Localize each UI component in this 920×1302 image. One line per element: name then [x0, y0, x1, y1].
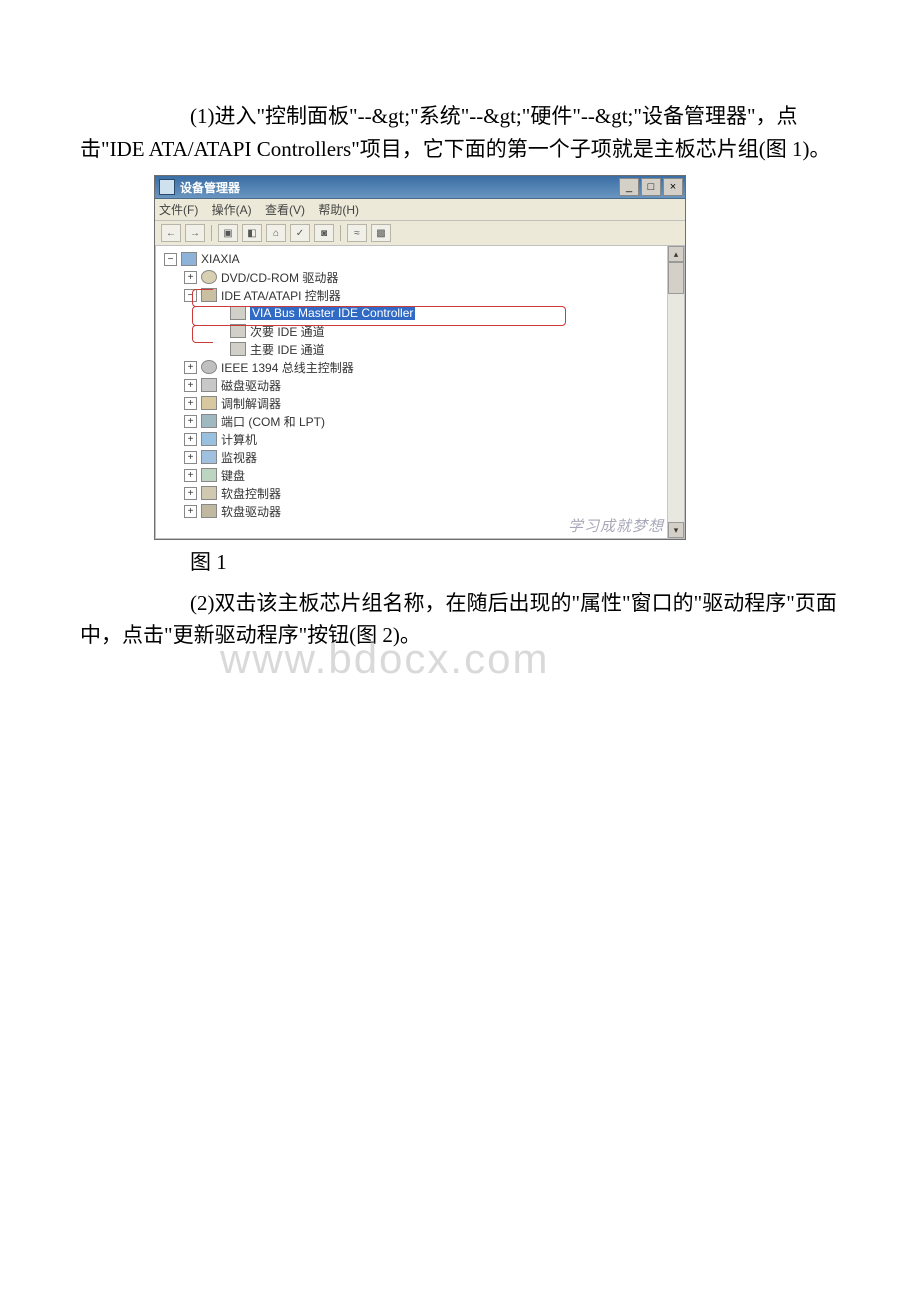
menubar: 文件(F) 操作(A) 查看(V) 帮助(H) [155, 199, 685, 221]
maximize-button[interactable]: □ [641, 178, 661, 196]
device-icon [230, 306, 246, 320]
collapse-icon[interactable]: − [184, 289, 197, 302]
ieee1394-icon [201, 360, 217, 374]
tree-item-port[interactable]: + 端口 (COM 和 LPT) [184, 412, 682, 430]
window-title: 设备管理器 [180, 179, 619, 196]
toolbar-back-icon[interactable]: ← [161, 224, 181, 242]
tree-root-label: XIAXIA [201, 252, 240, 266]
tree-item-modem[interactable]: + 调制解调器 [184, 394, 682, 412]
scroll-up-icon[interactable]: ▴ [668, 246, 684, 262]
expand-icon[interactable]: + [184, 415, 197, 428]
device-icon [230, 324, 246, 338]
paragraph-1-text: (1)进入"控制面板"--&gt;"系统"--&gt;"硬件"--&gt;"设备… [80, 104, 831, 161]
tree-item-label: 磁盘驱动器 [221, 377, 281, 394]
tree-root[interactable]: − XIAXIA [164, 250, 682, 268]
paragraph-1: (1)进入"控制面板"--&gt;"系统"--&gt;"硬件"--&gt;"设备… [80, 100, 840, 165]
bottom-watermark: 学习成就梦想 [568, 515, 664, 536]
tree-item-dvd[interactable]: + DVD/CD-ROM 驱动器 [184, 268, 682, 286]
scrollbar[interactable]: ▴ ▾ [667, 246, 684, 538]
port-icon [201, 414, 217, 428]
toolbar-extra1-icon[interactable]: ≈ [347, 224, 367, 242]
menu-action[interactable]: 操作(A) [212, 203, 252, 217]
tree-item-floppy-controller[interactable]: + 软盘控制器 [184, 484, 682, 502]
toolbar-check-icon[interactable]: ✓ [290, 224, 310, 242]
close-button[interactable]: × [663, 178, 683, 196]
tree-item-label-selected: VIA Bus Master IDE Controller [250, 306, 415, 320]
expand-icon[interactable]: + [184, 379, 197, 392]
tree-item-label: 端口 (COM 和 LPT) [221, 413, 325, 430]
tree-item-computer[interactable]: + 计算机 [184, 430, 682, 448]
figure-caption-1: 图 1 [80, 546, 840, 579]
toolbar-separator [340, 225, 341, 241]
caption-text: 图 1 [190, 550, 227, 574]
tree-item-label: IDE ATA/ATAPI 控制器 [221, 287, 341, 304]
toolbar-properties-icon[interactable]: ◧ [242, 224, 262, 242]
app-icon [159, 179, 175, 195]
paragraph-2-text: (2)双击该主板芯片组名称，在随后出现的"属性"窗口的"驱动程序"页面中，点击"… [80, 591, 837, 648]
expand-icon[interactable]: + [184, 487, 197, 500]
computer-node-icon [201, 432, 217, 446]
device-icon [230, 342, 246, 356]
titlebar: 设备管理器 _ □ × [155, 176, 685, 199]
toolbar-forward-icon[interactable]: → [185, 224, 205, 242]
computer-icon [181, 252, 197, 266]
tree-item-label: 监视器 [221, 449, 257, 466]
tree-item-disk[interactable]: + 磁盘驱动器 [184, 376, 682, 394]
collapse-icon[interactable]: − [164, 253, 177, 266]
tree-item-ide[interactable]: − IDE ATA/ATAPI 控制器 [184, 286, 682, 304]
menu-file[interactable]: 文件(F) [159, 203, 198, 217]
window-buttons: _ □ × [619, 178, 683, 196]
scroll-thumb[interactable] [668, 262, 684, 294]
toolbar-print-icon[interactable]: ⌂ [266, 224, 286, 242]
expand-icon[interactable]: + [184, 433, 197, 446]
tree-item-label: 主要 IDE 通道 [250, 341, 325, 358]
document-page: (1)进入"控制面板"--&gt;"系统"--&gt;"硬件"--&gt;"设备… [0, 0, 920, 1302]
tree-item-label: DVD/CD-ROM 驱动器 [221, 269, 338, 286]
expand-icon[interactable]: + [184, 271, 197, 284]
tree-item-label: 次要 IDE 通道 [250, 323, 325, 340]
keyboard-icon [201, 468, 217, 482]
expand-icon[interactable]: + [184, 469, 197, 482]
menu-help[interactable]: 帮助(H) [318, 203, 359, 217]
toolbar-view-icon[interactable]: ▣ [218, 224, 238, 242]
toolbar-scan-icon[interactable]: ◙ [314, 224, 334, 242]
menu-view[interactable]: 查看(V) [265, 203, 305, 217]
tree-item-monitor[interactable]: + 监视器 [184, 448, 682, 466]
tree-view[interactable]: − XIAXIA + DVD/CD-ROM 驱动器 − IDE ATA/ATAP… [155, 246, 685, 539]
expand-icon[interactable]: + [184, 397, 197, 410]
toolbar-separator [211, 225, 212, 241]
tree-item-label: 计算机 [221, 431, 257, 448]
tree-item-primary-ide[interactable]: 主要 IDE 通道 [230, 340, 682, 358]
tree-item-1394[interactable]: + IEEE 1394 总线主控制器 [184, 358, 682, 376]
modem-icon [201, 396, 217, 410]
monitor-icon [201, 450, 217, 464]
tree-item-secondary-ide[interactable]: 次要 IDE 通道 [230, 322, 682, 340]
minimize-button[interactable]: _ [619, 178, 639, 196]
toolbar: ← → ▣ ◧ ⌂ ✓ ◙ ≈ ▩ [155, 221, 685, 246]
dvd-icon [201, 270, 217, 284]
tree-item-label: 键盘 [221, 467, 245, 484]
tree-item-label: 调制解调器 [221, 395, 281, 412]
scroll-down-icon[interactable]: ▾ [668, 522, 684, 538]
disk-icon [201, 378, 217, 392]
ide-icon [201, 288, 217, 302]
expand-icon[interactable]: + [184, 451, 197, 464]
tree-item-label: 软盘驱动器 [221, 503, 281, 520]
tree-item-keyboard[interactable]: + 键盘 [184, 466, 682, 484]
tree-item-label: IEEE 1394 总线主控制器 [221, 359, 354, 376]
tree-item-label: 软盘控制器 [221, 485, 281, 502]
toolbar-extra2-icon[interactable]: ▩ [371, 224, 391, 242]
device-manager-window: 设备管理器 _ □ × 文件(F) 操作(A) 查看(V) 帮助(H) ← → … [154, 175, 686, 540]
floppy-controller-icon [201, 486, 217, 500]
paragraph-2: (2)双击该主板芯片组名称，在随后出现的"属性"窗口的"驱动程序"页面中，点击"… [80, 587, 840, 652]
expand-icon[interactable]: + [184, 361, 197, 374]
floppy-drive-icon [201, 504, 217, 518]
expand-icon[interactable]: + [184, 505, 197, 518]
tree-item-via[interactable]: VIA Bus Master IDE Controller [230, 304, 682, 322]
